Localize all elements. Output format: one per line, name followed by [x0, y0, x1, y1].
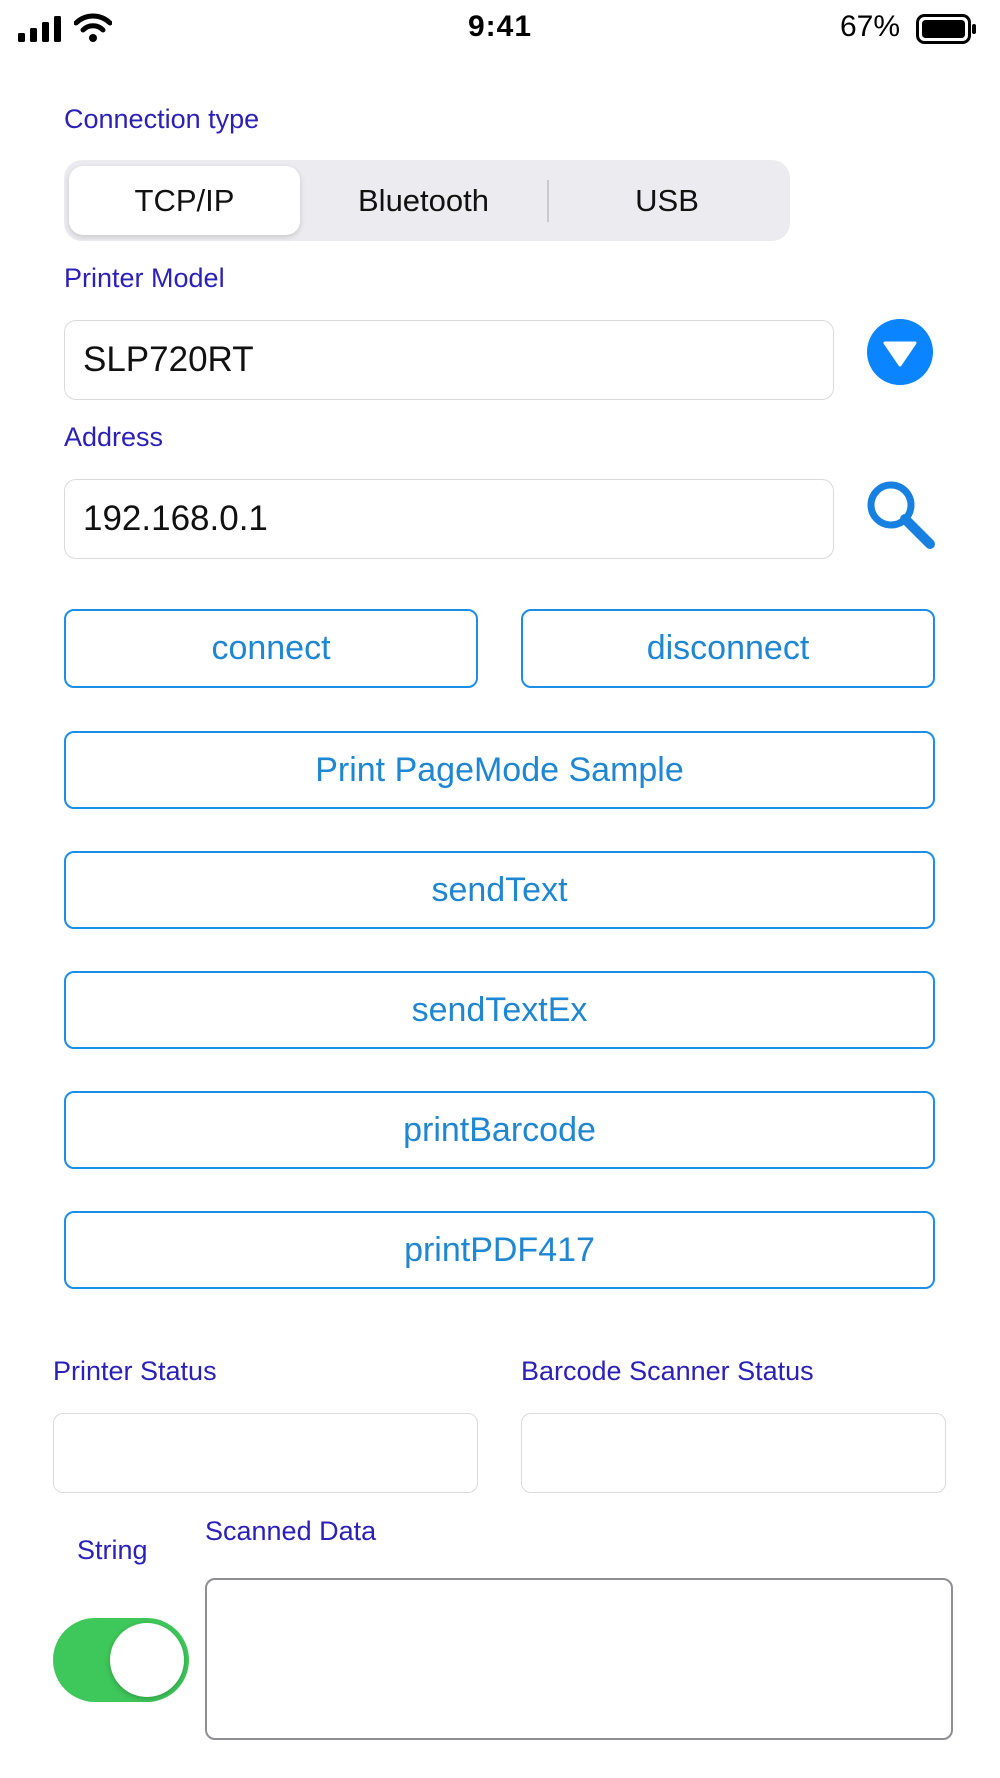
print-pdf417-button[interactable]: printPDF417	[64, 1211, 935, 1289]
printer-model-label: Printer Model	[64, 263, 225, 293]
connection-type-label: Connection type	[64, 104, 260, 134]
battery-icon	[916, 14, 976, 44]
printer-status-label: Printer Status	[53, 1356, 217, 1386]
disconnect-button[interactable]: disconnect	[521, 609, 935, 688]
string-toggle[interactable]	[53, 1618, 189, 1702]
address-label: Address	[64, 422, 164, 452]
string-toggle-label: String	[77, 1535, 148, 1565]
segment-usb[interactable]: USB	[549, 160, 785, 241]
status-bar: 9:41 67%	[0, 0, 1000, 56]
printer-model-field[interactable]	[64, 320, 834, 400]
printer-status-box	[53, 1413, 478, 1493]
segment-bluetooth[interactable]: Bluetooth	[300, 160, 547, 241]
send-text-button[interactable]: sendText	[64, 851, 935, 929]
battery-percentage: 67%	[839, 10, 900, 43]
barcode-scanner-status-box	[521, 1413, 946, 1493]
segment-tcpip[interactable]: TCP/IP	[69, 160, 300, 241]
connect-button[interactable]: connect	[64, 609, 478, 688]
chevron-down-circle-icon[interactable]	[866, 318, 934, 386]
address-field[interactable]	[64, 479, 834, 559]
print-pagemode-sample-button[interactable]: Print PageMode Sample	[64, 731, 935, 809]
search-icon[interactable]	[862, 476, 938, 552]
connection-type-segmented-control: TCP/IP Bluetooth USB	[64, 160, 790, 241]
scanned-data-textarea[interactable]	[205, 1578, 953, 1740]
print-barcode-button[interactable]: printBarcode	[64, 1091, 935, 1169]
toggle-knob	[110, 1623, 184, 1697]
barcode-scanner-status-label: Barcode Scanner Status	[521, 1356, 814, 1386]
send-text-ex-button[interactable]: sendTextEx	[64, 971, 935, 1049]
scanned-data-label: Scanned Data	[205, 1516, 377, 1546]
